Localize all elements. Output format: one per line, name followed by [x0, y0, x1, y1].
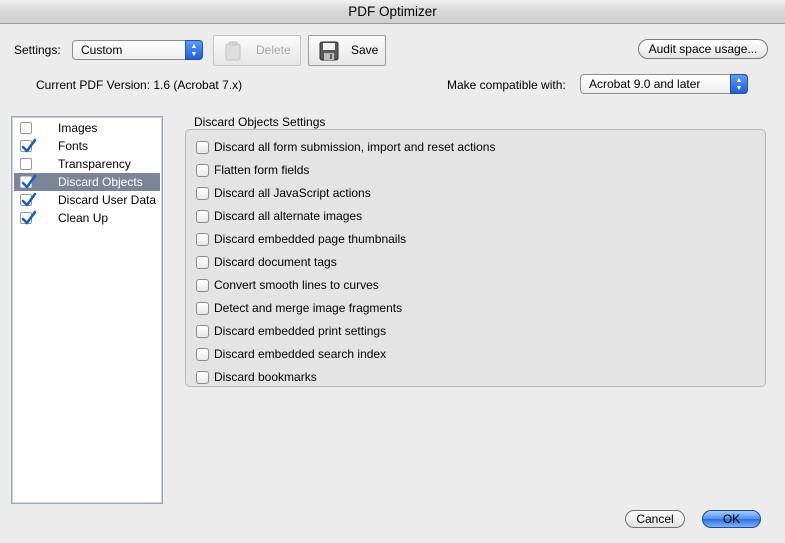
- option-label: Discard all JavaScript actions: [214, 186, 371, 200]
- sidebar-item-label: Images: [58, 121, 98, 135]
- checkmark-icon: [21, 138, 37, 153]
- sidebar-checkbox[interactable]: [20, 174, 37, 189]
- floppy-disk-icon: [319, 41, 339, 72]
- ok-button[interactable]: OK: [702, 510, 761, 528]
- sidebar-item[interactable]: Fonts: [14, 137, 160, 155]
- option-label: Discard document tags: [214, 255, 337, 269]
- current-pdf-version: Current PDF Version: 1.6 (Acrobat 7.x): [36, 78, 243, 92]
- option-label: Convert smooth lines to curves: [214, 278, 379, 292]
- option-checkbox[interactable]: [196, 279, 209, 292]
- sidebar-item[interactable]: Clean Up: [14, 209, 160, 227]
- option-checkbox[interactable]: [196, 141, 209, 154]
- option-checkbox[interactable]: [196, 164, 209, 177]
- option-checkbox[interactable]: [196, 325, 209, 338]
- sidebar-item-label: Discard User Data: [58, 193, 157, 207]
- panel-title: Discard Objects Settings: [194, 115, 326, 129]
- sidebar-item-label: Transparency: [58, 157, 131, 171]
- options-group: Discard all form submission, import and …: [185, 129, 766, 387]
- save-button[interactable]: Save: [308, 35, 386, 66]
- sidebar-checkbox[interactable]: [20, 158, 32, 170]
- option-checkbox[interactable]: [196, 233, 209, 246]
- save-button-label: Save: [351, 43, 379, 57]
- sidebar-item[interactable]: Discard Objects: [14, 173, 160, 191]
- category-list: Images Fonts Transparency Discard Objects Di…: [11, 116, 163, 504]
- option-checkbox[interactable]: [196, 302, 209, 315]
- sidebar-item[interactable]: Images: [14, 119, 160, 137]
- option-label: Discard embedded search index: [214, 347, 387, 361]
- updown-arrows-icon: ▲ ▼: [185, 40, 203, 60]
- sidebar-item-label: Discard Objects: [58, 175, 143, 189]
- compat-label: Make compatible with:: [447, 78, 566, 92]
- settings-select[interactable]: Custom ▲ ▼: [72, 40, 203, 60]
- option-checkbox[interactable]: [196, 348, 209, 361]
- checkmark-icon: [21, 210, 37, 225]
- settings-select-value: Custom: [81, 43, 123, 57]
- sidebar-checkbox[interactable]: [20, 210, 37, 225]
- option-label: Discard all alternate images: [214, 209, 363, 223]
- cancel-button[interactable]: Cancel: [625, 510, 685, 528]
- window-title: PDF Optimizer: [0, 0, 785, 24]
- checkmark-icon: [21, 192, 37, 207]
- sidebar-item-label: Fonts: [58, 139, 89, 153]
- delete-button[interactable]: Delete: [213, 35, 301, 66]
- option-checkbox[interactable]: [196, 187, 209, 200]
- trash-icon: [224, 41, 242, 72]
- option-label: Discard all form submission, import and …: [214, 140, 496, 154]
- audit-space-usage-button[interactable]: Audit space usage...: [638, 39, 768, 59]
- settings-label: Settings:: [14, 43, 61, 57]
- checkmark-icon: [21, 174, 37, 189]
- option-label: Discard bookmarks: [214, 370, 317, 384]
- option-label: Detect and merge image fragments: [214, 301, 403, 315]
- compatibility-select-value: Acrobat 9.0 and later: [589, 77, 701, 91]
- delete-button-label: Delete: [256, 43, 291, 57]
- sidebar-item-label: Clean Up: [58, 211, 109, 225]
- option-label: Discard embedded print settings: [214, 324, 387, 338]
- sidebar-item[interactable]: Discard User Data: [14, 191, 160, 209]
- compatibility-select[interactable]: Acrobat 9.0 and later ▲ ▼: [580, 74, 748, 94]
- option-checkbox[interactable]: [196, 371, 209, 384]
- sidebar-checkbox[interactable]: [20, 122, 32, 134]
- sidebar-checkbox[interactable]: [20, 138, 37, 153]
- updown-arrows-icon: ▲ ▼: [730, 74, 748, 94]
- sidebar-checkbox[interactable]: [20, 192, 37, 207]
- option-label: Discard embedded page thumbnails: [214, 232, 407, 246]
- option-checkbox[interactable]: [196, 256, 209, 269]
- option-checkbox[interactable]: [196, 210, 209, 223]
- option-label: Flatten form fields: [214, 163, 310, 177]
- sidebar-item[interactable]: Transparency: [14, 155, 160, 173]
